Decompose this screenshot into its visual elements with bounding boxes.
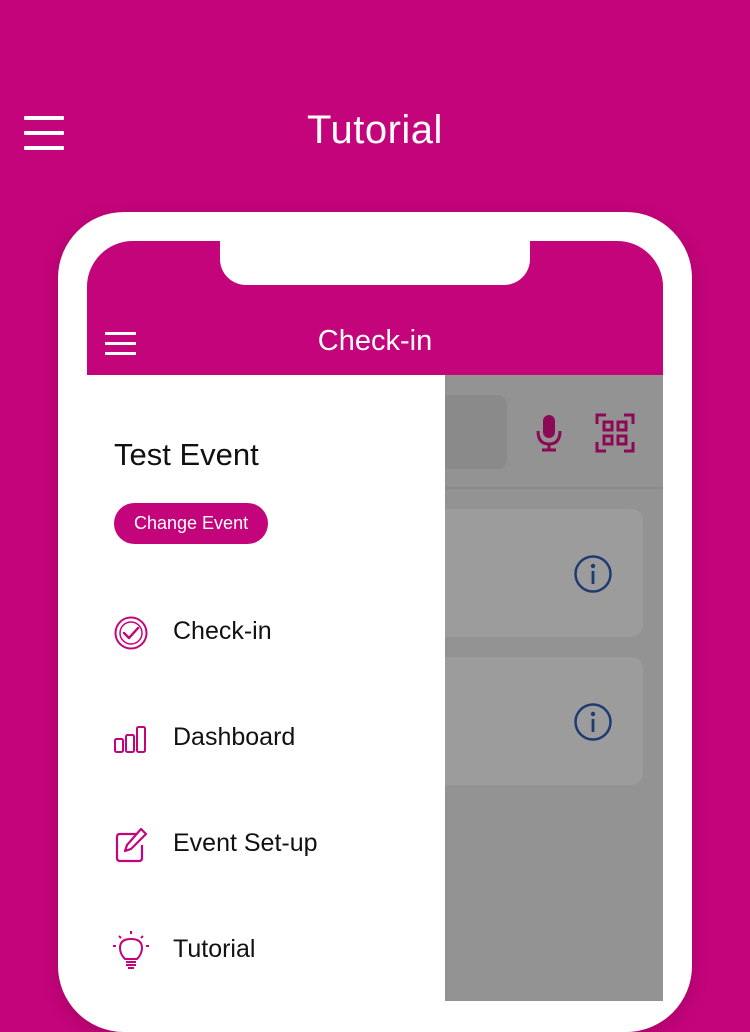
check-circle-icon (114, 616, 148, 650)
phone-notch (220, 241, 530, 285)
page-title: Tutorial (307, 108, 443, 152)
nav-item-label: Tutorial (173, 935, 256, 963)
phone-screen: Check-in Test Event Change Event Check-i… (87, 241, 663, 1001)
nav-item-tutorial[interactable]: Tutorial (111, 925, 431, 973)
info-icon[interactable] (573, 702, 613, 742)
list-item[interactable] (427, 509, 643, 637)
app-title: Check-in (317, 325, 433, 357)
nav-item-check-in[interactable]: Check-in (111, 607, 431, 655)
bar-chart-icon (114, 726, 146, 753)
nav-item-dashboard[interactable]: Dashboard (111, 713, 431, 761)
info-icon[interactable] (573, 554, 613, 594)
edit-icon (115, 827, 148, 863)
list-item[interactable] (427, 657, 643, 785)
nav-item-label: Event Set-up (173, 829, 318, 857)
nav-item-label: Check-in (173, 617, 272, 645)
lightbulb-icon (113, 931, 149, 969)
change-event-button[interactable]: Change Event (114, 503, 269, 544)
event-name: Test Event (114, 437, 259, 472)
nav-item-label: Dashboard (173, 723, 296, 751)
nav-item-event-setup[interactable]: Event Set-up (111, 819, 431, 867)
qr-scan-icon[interactable] (595, 413, 635, 453)
microphone-icon[interactable] (531, 413, 567, 453)
navigation-drawer: Test Event Change Event Check-in Dashboa… (87, 375, 445, 1001)
